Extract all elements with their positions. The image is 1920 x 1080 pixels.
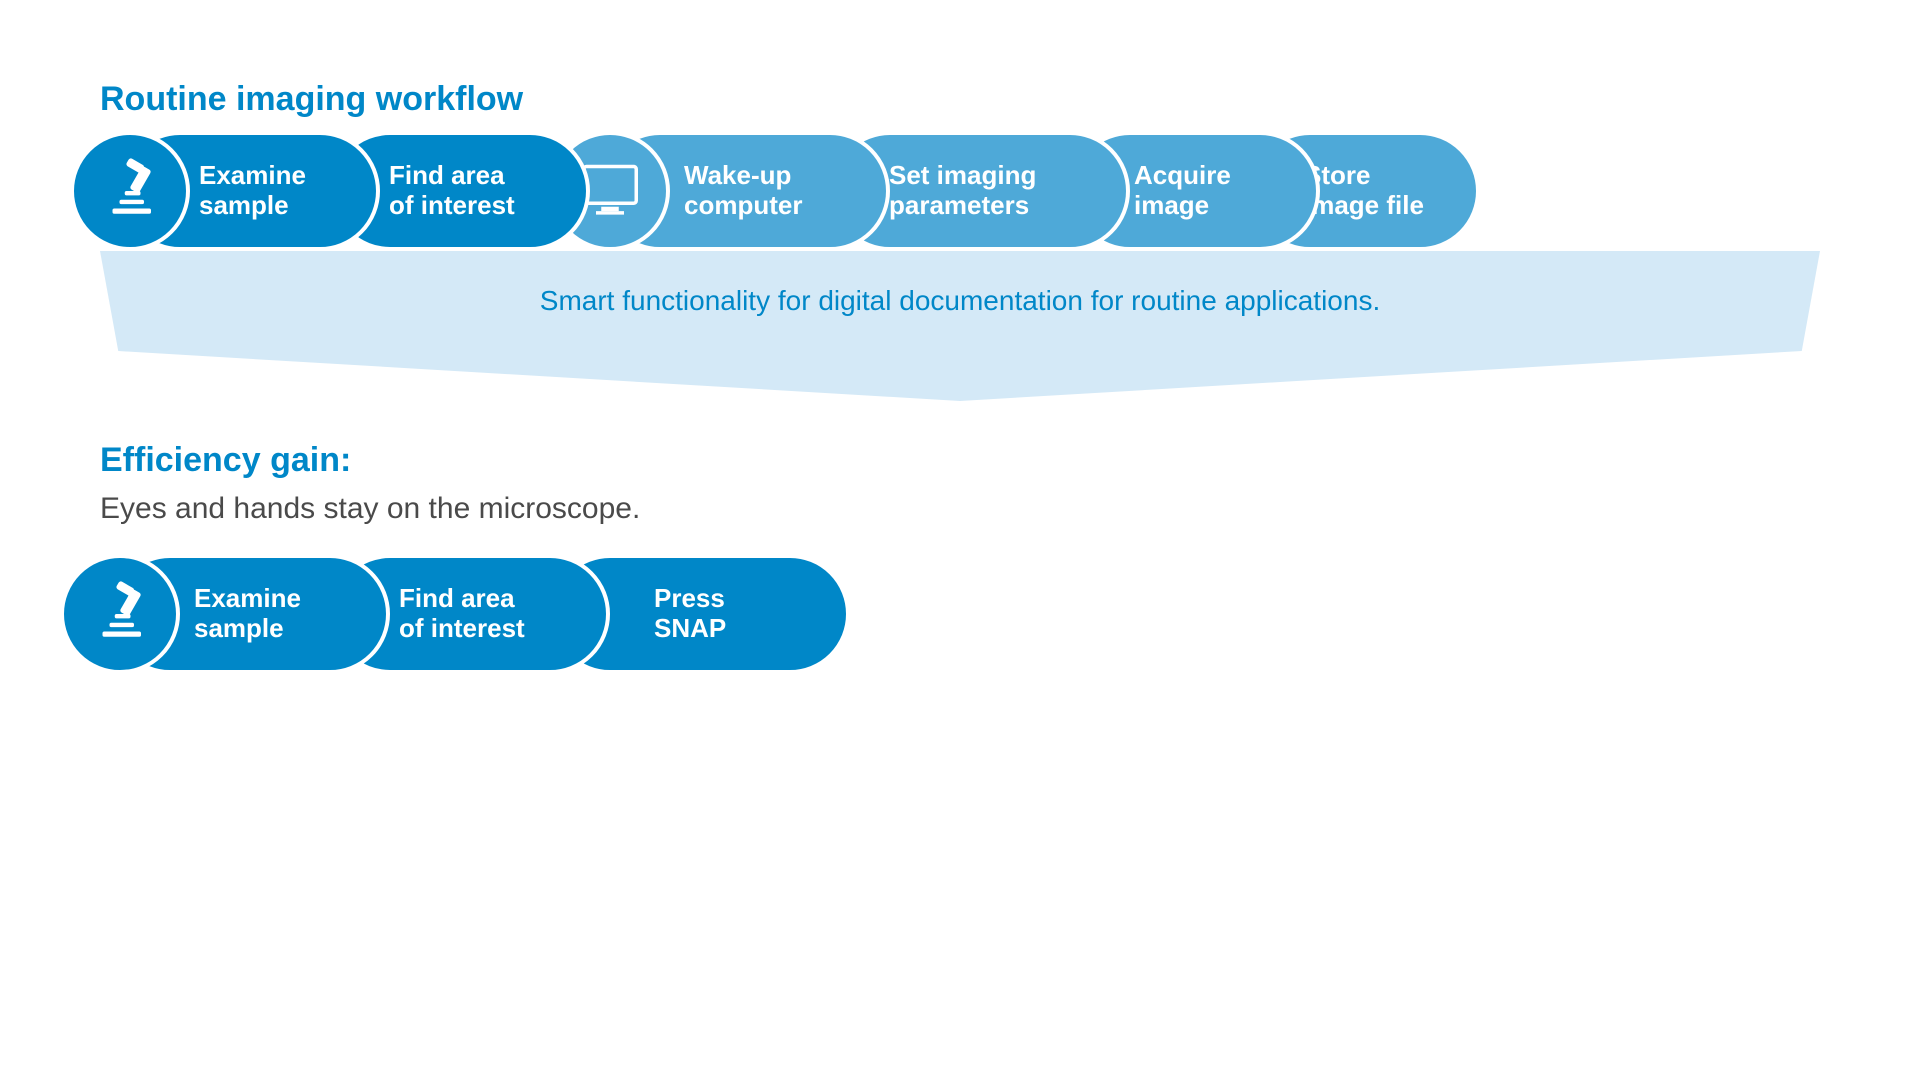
callout-banner: Smart functionality for digital document… xyxy=(100,251,1820,401)
routine-workflow-steps: Store image file Acquire image Set imaging… xyxy=(40,131,1880,251)
efficiency-title: Efficiency gain: xyxy=(100,441,1880,480)
efficiency-section: Efficiency gain: Eyes and hands stay on … xyxy=(40,441,1880,674)
workflow-step-label: Find area of interest xyxy=(389,161,515,221)
routine-workflow-title: Routine imaging workflow xyxy=(100,80,1880,119)
workflow-step-label: Store image file xyxy=(1304,161,1424,221)
workflow-step-label: Examine sample xyxy=(194,584,301,644)
workflow-step-label: Set imaging parameters xyxy=(889,161,1036,221)
workflow-step-label: Press SNAP xyxy=(654,584,726,644)
efficiency-subtitle: Eyes and hands stay on the microscope. xyxy=(100,492,1880,526)
workflow-step-label: Wake-up computer xyxy=(684,161,802,221)
workflow-step-label: Acquire image xyxy=(1134,161,1231,221)
microscope-icon xyxy=(70,131,190,251)
efficiency-steps: Press SNAP Find area of interest Examine s… xyxy=(40,554,1880,674)
workflow-step-label: Find area of interest xyxy=(399,584,525,644)
callout-text: Smart functionality for digital document… xyxy=(540,285,1380,317)
routine-workflow-section: Routine imaging workflow Store image fil… xyxy=(40,80,1880,401)
workflow-step-label: Examine sample xyxy=(199,161,306,221)
microscope-icon xyxy=(60,554,180,674)
